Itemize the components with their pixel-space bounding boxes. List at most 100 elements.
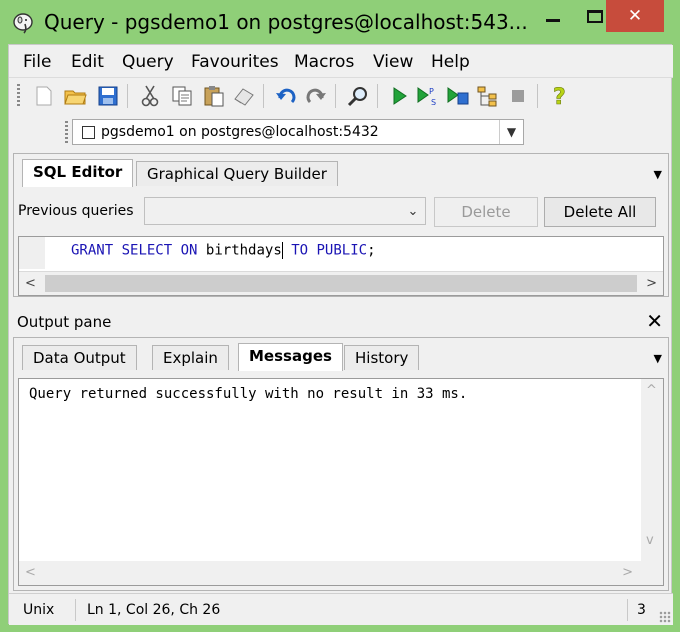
messages-box[interactable]: Query returned successfully with no resu…	[18, 378, 664, 586]
sql-keyword: GRANT	[71, 242, 114, 259]
text-caret	[281, 242, 283, 259]
chevron-down-icon[interactable]: ▼	[499, 120, 523, 144]
output-pane-title: Output pane	[17, 313, 112, 331]
menu-macros[interactable]: Macros	[294, 52, 354, 72]
sql-keyword: PUBLIC	[316, 242, 368, 259]
help-icon[interactable]: ?	[547, 83, 573, 109]
cut-icon[interactable]	[137, 83, 163, 109]
query-window: Query - pgsdemo1 on postgres@localhost:5…	[0, 0, 680, 632]
sql-keyword: TO	[291, 242, 309, 259]
execute-pgscript-icon[interactable]: PS	[415, 83, 441, 109]
menu-view[interactable]: View	[373, 52, 413, 72]
main-toolbar: PS ?	[9, 77, 673, 113]
tab-history[interactable]: History	[344, 345, 420, 370]
sql-keyword: ON	[180, 242, 198, 259]
toolbar-separator	[335, 84, 336, 108]
menu-edit[interactable]: Edit	[71, 52, 104, 72]
editor-horizontal-scrollbar[interactable]: < >	[19, 271, 663, 295]
menu-query[interactable]: Query	[122, 52, 174, 72]
output-pane-header: Output pane ✕	[9, 309, 673, 337]
delete-button[interactable]: Delete	[434, 197, 538, 227]
menu-favourites[interactable]: Favourites	[191, 52, 279, 72]
execute-icon[interactable]	[387, 83, 413, 109]
explain-icon[interactable]	[475, 83, 501, 109]
close-icon: ✕	[627, 6, 643, 26]
delete-all-button[interactable]: Delete All	[544, 197, 656, 227]
connection-select[interactable]: pgsdemo1 on postgres@localhost:5432 ▼	[72, 119, 524, 145]
toolbar-separator	[537, 84, 538, 108]
window-title: Query - pgsdemo1 on postgres@localhost:5…	[44, 10, 528, 34]
output-panel: Data Output Explain Messages History ▼ Q…	[13, 337, 669, 591]
svg-text:P: P	[429, 87, 434, 96]
clear-icon[interactable]	[231, 83, 257, 109]
resize-grip[interactable]	[659, 611, 671, 623]
status-bar: Unix Ln 1, Col 26, Ch 26 3	[9, 593, 673, 625]
messages-horizontal-scrollbar[interactable]: < >	[19, 561, 663, 585]
status-cursor-position: Ln 1, Col 26, Ch 26	[87, 602, 221, 618]
tab-messages[interactable]: Messages	[238, 343, 343, 371]
previous-queries-label: Previous queries	[18, 203, 134, 219]
scroll-right-icon[interactable]: >	[622, 565, 633, 580]
sql-keyword: SELECT	[121, 242, 173, 259]
elephant-app-icon	[13, 13, 33, 34]
sql-tab-strip: SQL Editor Graphical Query Builder ▼	[14, 154, 668, 187]
tab-menu-icon[interactable]: ▼	[654, 168, 662, 181]
status-right-field: 3	[637, 602, 646, 618]
menu-help[interactable]: Help	[431, 52, 470, 72]
toolbar-grip[interactable]	[17, 84, 20, 108]
menu-file[interactable]: File	[23, 52, 51, 72]
connection-bar-grip[interactable]	[65, 121, 68, 145]
open-icon[interactable]	[63, 83, 89, 109]
minimize-button[interactable]	[530, 0, 576, 32]
execute-to-file-icon[interactable]	[445, 83, 471, 109]
connection-bar: pgsdemo1 on postgres@localhost:5432 ▼	[9, 113, 673, 151]
close-window-button[interactable]: ✕	[606, 0, 664, 32]
save-icon[interactable]	[95, 83, 121, 109]
tab-menu-icon[interactable]: ▼	[654, 352, 662, 365]
svg-text:S: S	[431, 98, 436, 107]
find-icon[interactable]	[345, 83, 371, 109]
scrollbar-thumb[interactable]	[45, 275, 637, 292]
scroll-up-icon[interactable]: ^	[646, 383, 657, 398]
close-icon[interactable]: ✕	[646, 309, 663, 333]
maximize-icon	[587, 9, 603, 23]
output-tab-strip: Data Output Explain Messages History ▼	[14, 338, 668, 371]
copy-icon[interactable]	[169, 83, 195, 109]
status-separator	[627, 599, 628, 621]
paste-icon[interactable]	[201, 83, 227, 109]
undo-icon[interactable]	[273, 83, 299, 109]
scroll-down-icon[interactable]: v	[646, 533, 654, 548]
previous-queries-select[interactable]: ⌄	[144, 197, 426, 225]
scroll-left-icon[interactable]: <	[25, 565, 36, 580]
sql-panel: SQL Editor Graphical Query Builder ▼ Pre…	[13, 153, 669, 297]
tab-sql-editor[interactable]: SQL Editor	[22, 159, 134, 187]
sql-terminator: ;	[367, 242, 376, 259]
sql-editor[interactable]: GRANT SELECT ON birthdays TO PUBLIC; < >	[18, 236, 664, 296]
tab-explain[interactable]: Explain	[152, 345, 229, 370]
scroll-right-icon[interactable]: >	[646, 276, 657, 291]
scroll-left-icon[interactable]: <	[25, 276, 36, 291]
cancel-icon[interactable]	[505, 83, 531, 109]
tab-data-output[interactable]: Data Output	[22, 345, 137, 370]
svg-text:?: ?	[553, 85, 566, 107]
title-bar[interactable]: Query - pgsdemo1 on postgres@localhost:5…	[0, 0, 680, 44]
menu-bar: File Edit Query Favourites Macros View H…	[9, 45, 673, 77]
sql-text[interactable]: GRANT SELECT ON birthdays TO PUBLIC;	[71, 242, 376, 259]
toolbar-separator	[127, 84, 128, 108]
status-separator	[75, 599, 76, 621]
sql-identifier: birthdays	[205, 242, 282, 259]
status-line-ending: Unix	[23, 602, 55, 618]
toolbar-separator	[377, 84, 378, 108]
client-area: File Edit Query Favourites Macros View H…	[8, 44, 673, 625]
connection-select-value: pgsdemo1 on postgres@localhost:5432	[101, 124, 379, 140]
editor-gutter	[19, 237, 45, 269]
previous-queries-bar: Previous queries ⌄ Delete Delete All	[14, 194, 668, 228]
tab-graphical-query-builder[interactable]: Graphical Query Builder	[136, 161, 338, 186]
toolbar-separator	[263, 84, 264, 108]
chevron-down-icon[interactable]: ⌄	[401, 198, 425, 224]
new-icon[interactable]	[31, 83, 57, 109]
redo-icon[interactable]	[303, 83, 329, 109]
messages-vertical-scrollbar[interactable]: ^ v	[641, 379, 663, 561]
minimize-icon	[546, 18, 560, 22]
message-text: Query returned successfully with no resu…	[29, 386, 468, 402]
